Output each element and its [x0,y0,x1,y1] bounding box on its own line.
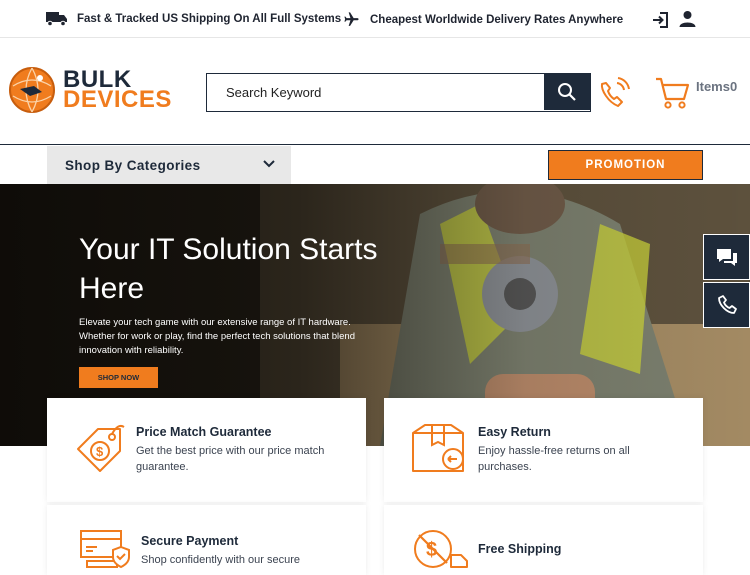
feature-card-free-shipping: $ Free Shipping [384,505,703,575]
logo-text-devices: DEVICES [63,86,172,113]
promotion-label: PROMOTION [585,159,666,171]
price-tag-dollar-icon: $ [77,424,125,472]
logo[interactable]: BULK DEVICES [8,66,178,114]
top-bar: Fast & Tracked US Shipping On All Full S… [0,0,750,38]
feature-card-easy-return: Easy Return Enjoy hassle-free returns on… [384,398,703,502]
svg-text:$: $ [96,444,104,459]
shipping-text: Fast & Tracked US Shipping On All Full S… [77,12,342,25]
delivery-text: Cheapest Worldwide Delivery Rates Anywhe… [370,13,624,26]
site-header: BULK DEVICES Items0 [0,39,750,145]
hero-title: Your IT Solution Starts Here [79,233,378,305]
user-icon[interactable] [679,10,696,28]
phone-icon [717,295,737,314]
secure-card-icon [80,530,130,569]
search-bar [206,73,591,112]
feature-card-secure-payment: Secure Payment Shop confidently with our… [47,505,366,575]
feature-description: Shop confidently with our secure [141,554,300,566]
call-button[interactable] [703,282,750,328]
logo-globe-icon [9,67,55,113]
airplane-icon [344,12,359,26]
feature-card-price-match: $ Price Match Guarantee Get the best pri… [47,398,366,502]
feature-description: Enjoy hassle-free returns on all purchas… [478,445,630,473]
search-icon [558,83,576,101]
search-button[interactable] [544,74,590,110]
cart-icon[interactable] [654,75,690,111]
shop-by-categories-dropdown[interactable]: Shop By Categories [47,146,291,184]
promotion-button[interactable]: PROMOTION [548,150,703,180]
shipping-notice: Fast & Tracked US Shipping On All Full S… [46,11,341,26]
feature-title: Easy Return [478,425,551,439]
shop-now-label: SHOP NOW [97,373,140,382]
shop-now-button[interactable]: SHOP NOW [79,367,158,388]
truck-icon [46,12,67,26]
search-input[interactable] [207,74,545,110]
cart-label: Items [696,79,730,94]
cart-items-count[interactable]: Items0 [696,79,737,94]
feature-description: Get the best price with our price match … [136,445,325,473]
feature-title: Free Shipping [478,542,562,556]
return-box-icon [412,424,464,472]
chevron-down-icon [263,160,275,168]
delivery-notice: Cheapest Worldwide Delivery Rates Anywhe… [342,11,623,28]
chat-button[interactable] [703,234,750,280]
feature-title: Secure Payment [141,534,239,548]
login-icon[interactable] [651,11,669,29]
phone-call-icon[interactable] [596,74,634,112]
feature-title: Price Match Guarantee [136,425,272,439]
free-shipping-icon: $ [414,530,468,568]
hero-description: Elevate your tech game with our extensiv… [79,317,355,356]
chat-icon [716,249,737,266]
nav-bar: Shop By Categories PROMOTION [0,146,750,184]
cart-count: 0 [729,79,738,94]
categories-label: Shop By Categories [65,157,201,173]
